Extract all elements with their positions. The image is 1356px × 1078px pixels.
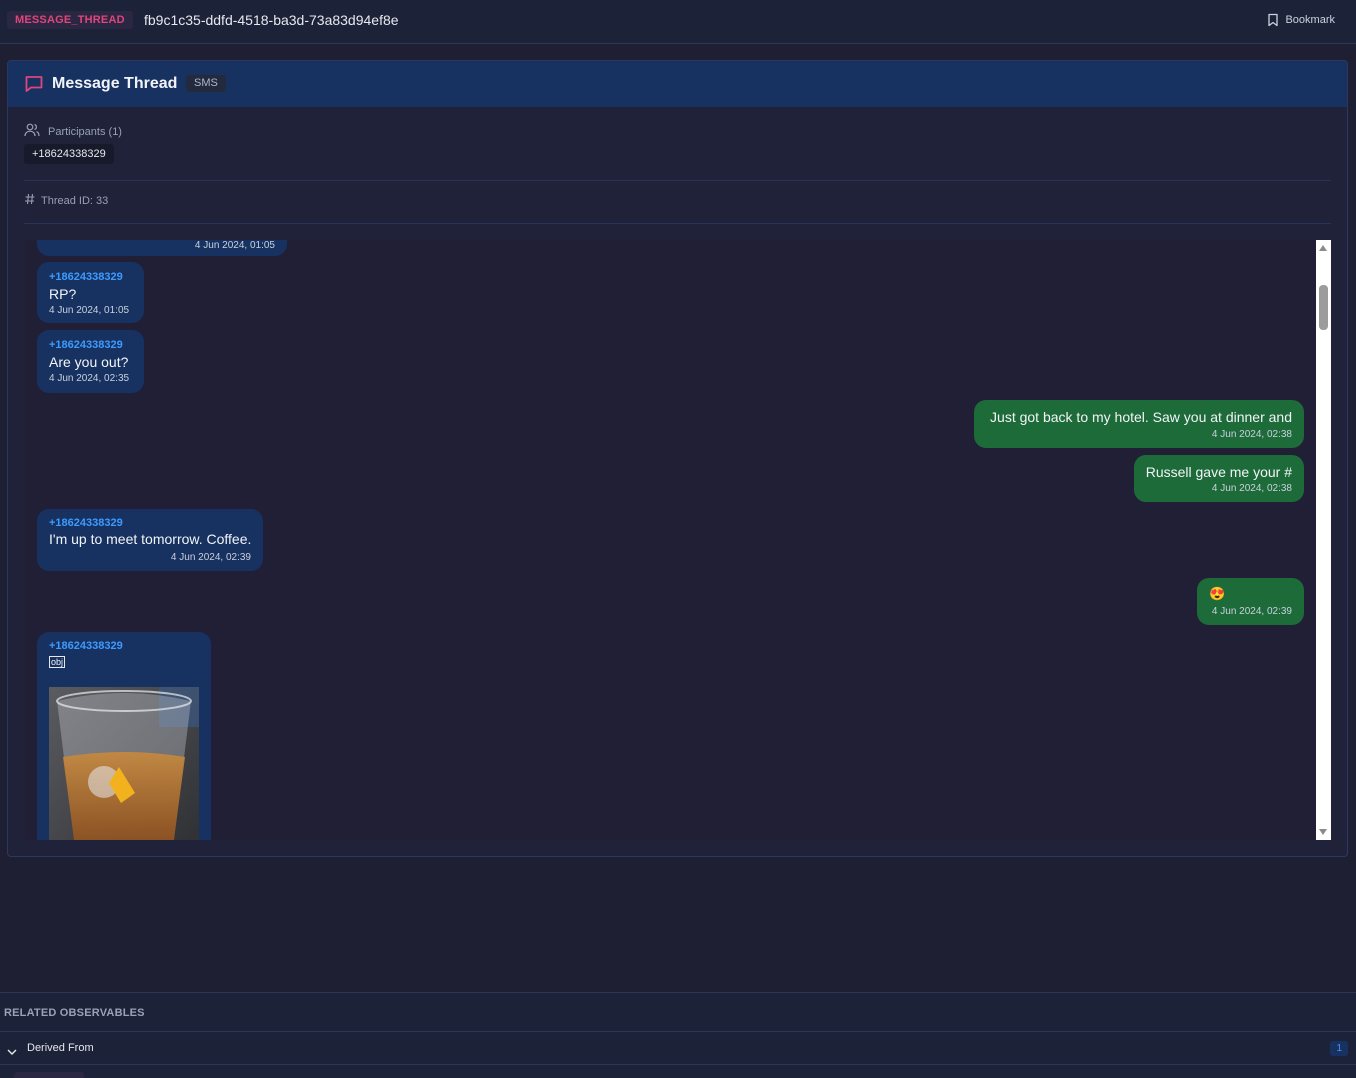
message-text: Are you out? [49, 354, 129, 370]
type-badge: MESSAGE_THREAD [7, 11, 133, 29]
channel-badge: SMS [186, 75, 226, 92]
derived-from-label: Derived From [27, 1042, 94, 1054]
message-timestamp: 4 Jun 2024, 02:39 [170, 552, 251, 563]
related-observables: RELATED OBSERVABLES Derived From 1 [0, 992, 1356, 1078]
participants-label: Participants (1) [24, 123, 122, 140]
scroll-up-icon[interactable] [1319, 245, 1327, 251]
divider [24, 223, 1331, 224]
attachment-placeholder: obj [49, 656, 66, 668]
participant-chip[interactable]: +18624338329 [24, 144, 114, 164]
message-timestamp: 4 Jun 2024, 02:35 [49, 373, 130, 384]
message-sender[interactable]: +18624338329 [49, 640, 123, 653]
scrollbar[interactable] [1316, 240, 1331, 840]
message-sender[interactable]: +18624338329 [49, 271, 123, 284]
divider [0, 1064, 1356, 1065]
participants-label-text: Participants (1) [48, 125, 122, 138]
message-timestamp: 4 Jun 2024, 01:05 [49, 305, 130, 316]
message-timestamp: 4 Jun 2024, 02:38 [1211, 429, 1292, 440]
users-icon [24, 123, 40, 140]
scroll-down-icon[interactable] [1319, 829, 1327, 835]
message-bubble: Just got back to my hotel. Saw you at di… [974, 400, 1304, 448]
related-title: RELATED OBSERVABLES [4, 1007, 145, 1019]
count-badge: 1 [1330, 1041, 1348, 1056]
message-timestamp: 4 Jun 2024, 01:05 [194, 240, 275, 251]
message-bubble: Russell gave me your # 4 Jun 2024, 02:38 [1134, 455, 1304, 502]
message-text: RP? [49, 286, 77, 302]
scroll-thumb[interactable] [1319, 285, 1328, 330]
related-item-badge [14, 1072, 84, 1078]
derived-from-toggle[interactable]: Derived From 1 [0, 1032, 1356, 1064]
message-bubble: +18624338329 I'm up to meet tomorrow. Co… [37, 509, 263, 571]
message-timestamp: 4 Jun 2024, 02:39 [1211, 606, 1292, 617]
message-text: Just got back to my hotel. Saw you at di… [990, 409, 1292, 425]
hash-icon [24, 193, 36, 208]
top-bar: MESSAGE_THREAD fb9c1c35-ddfd-4518-ba3d-7… [0, 0, 1356, 44]
message-bubble: +18624338329 obj [37, 632, 211, 840]
message-bubble: 😍 4 Jun 2024, 02:39 [1197, 578, 1304, 625]
bookmark-button[interactable]: Bookmark [1267, 11, 1335, 29]
chevron-down-icon [7, 1043, 17, 1061]
message-sender[interactable]: +18624338329 [49, 517, 123, 530]
message-text: Russell gave me your # [1145, 464, 1292, 480]
thread-id-text: Thread ID: 33 [41, 194, 109, 207]
observable-id: fb9c1c35-ddfd-4518-ba3d-73a83d94ef8e [144, 12, 399, 28]
message-timestamp: 4 Jun 2024, 02:38 [1211, 483, 1292, 494]
message-text: I'm up to meet tomorrow. Coffee. [49, 531, 252, 547]
chat-bubble-icon [24, 74, 44, 99]
message-text: 😍 [1209, 586, 1226, 601]
message-bubble: +18624338329 RP? 4 Jun 2024, 01:05 [37, 262, 144, 323]
message-list[interactable]: 4 Jun 2024, 01:05 +18624338329 RP? 4 Jun… [25, 240, 1331, 840]
message-thread-card: Message Thread SMS Participants (1) +186… [7, 60, 1348, 857]
message-bubble: +18624338329 Are you out? 4 Jun 2024, 02… [37, 330, 144, 393]
related-item[interactable] [14, 1072, 84, 1078]
card-header: Message Thread SMS [8, 61, 1347, 107]
divider [24, 180, 1331, 181]
bookmark-icon [1267, 13, 1279, 27]
thread-id: Thread ID: 33 [24, 193, 108, 208]
attachment-image[interactable] [49, 687, 199, 840]
bookmark-label: Bookmark [1285, 14, 1335, 26]
message-sender[interactable]: +18624338329 [49, 339, 123, 352]
message-bubble: 4 Jun 2024, 01:05 [37, 240, 287, 256]
card-title: Message Thread [52, 75, 178, 92]
